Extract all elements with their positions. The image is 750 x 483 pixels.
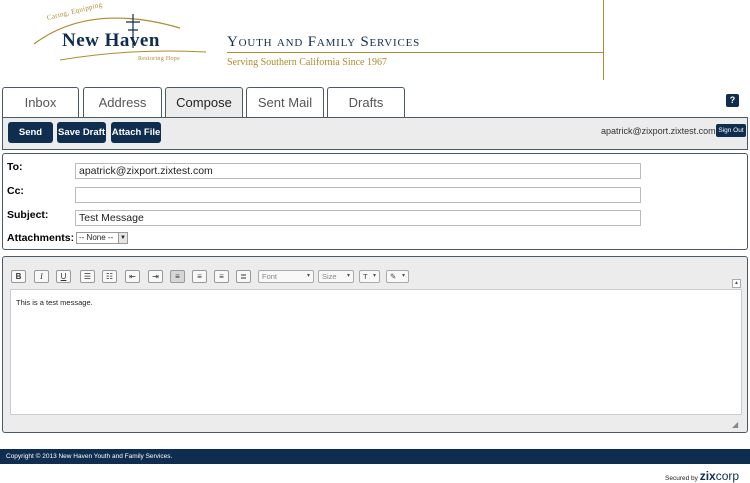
zix-brand-text: zix: [699, 469, 716, 483]
align-center-icon[interactable]: ≡: [192, 270, 207, 283]
indent-icon[interactable]: ⇥: [148, 270, 163, 283]
org-tagline: Serving Southern California Since 1967: [227, 57, 387, 68]
zixcorp-logo: zixcorp: [700, 469, 739, 483]
tab-compose[interactable]: Compose: [165, 87, 243, 119]
message-body-text: This is a test message.: [16, 298, 93, 307]
message-body-editor[interactable]: This is a test message.: [10, 289, 742, 415]
sign-out-button[interactable]: Sign Out: [716, 124, 746, 137]
new-haven-logo: Caring, Equipping New Haven Restoring Ho…: [30, 0, 210, 68]
ordered-list-icon[interactable]: ☰: [80, 270, 95, 283]
resize-handle-icon[interactable]: ◢: [732, 420, 741, 429]
align-left-icon[interactable]: ≡: [170, 270, 185, 283]
align-right-icon[interactable]: ≡: [214, 270, 229, 283]
tab-drafts[interactable]: Drafts: [327, 87, 405, 118]
size-dropdown[interactable]: Size ▾: [318, 270, 354, 283]
chevron-down-icon: ▾: [346, 273, 350, 279]
user-email: apatrick@zixport.zixtest.com: [601, 126, 716, 136]
chevron-down-icon: ▾: [401, 273, 405, 279]
corp-brand-text: corp: [715, 469, 740, 483]
send-button[interactable]: Send: [8, 122, 53, 143]
logo-bottom-text: Restoring Hope: [138, 56, 181, 62]
copyright-text: Copyright © 2013 New Haven Youth and Fam…: [6, 453, 173, 460]
highlight-icon: ✎: [390, 272, 397, 281]
subject-label: Subject:: [7, 209, 49, 221]
font-dropdown-label: Font: [262, 272, 278, 281]
secured-by-badge: Secured by zixcorp: [665, 469, 739, 483]
unordered-list-icon[interactable]: ☷: [102, 270, 117, 283]
chevron-down-icon: ▼: [118, 233, 127, 243]
attachments-label: Attachments:: [7, 232, 75, 244]
header-divider: [227, 52, 604, 53]
chevron-down-icon: ▾: [306, 273, 310, 279]
page-footer: Copyright © 2013 New Haven Youth and Fam…: [0, 449, 750, 464]
tab-sent-mail[interactable]: Sent Mail: [246, 87, 324, 118]
tab-inbox[interactable]: Inbox: [2, 87, 79, 118]
outdent-icon[interactable]: ⇤: [125, 270, 140, 283]
align-justify-icon[interactable]: ≣: [236, 270, 251, 283]
text-color-icon: T: [363, 272, 368, 281]
subject-field[interactable]: [75, 210, 641, 226]
italic-button[interactable]: I: [34, 270, 49, 283]
org-title: Youth and Family Services: [227, 34, 421, 50]
header-vertical-divider: [603, 0, 604, 80]
logo-name: New Haven: [62, 30, 160, 51]
compose-toolbar: Send Save Draft Attach File apatrick@zix…: [2, 117, 748, 150]
bold-button[interactable]: B: [11, 270, 26, 283]
font-dropdown[interactable]: Font ▾: [258, 270, 314, 283]
save-draft-button[interactable]: Save Draft: [57, 122, 106, 143]
cc-field[interactable]: [75, 187, 641, 203]
attach-file-button[interactable]: Attach File: [111, 122, 161, 143]
attachments-selected-value: -- None --: [79, 233, 114, 242]
to-field[interactable]: [75, 163, 641, 179]
secured-by-text: Secured by: [665, 475, 698, 482]
tab-address[interactable]: Address: [83, 87, 162, 118]
highlight-color-button[interactable]: ✎ ▾: [386, 270, 409, 283]
message-editor-panel: B I U ☰ ☷ ⇤ ⇥ ≡ ≡ ≡ ≣ Font ▾ Size ▾ T ▾ …: [2, 256, 748, 433]
chevron-down-icon: ▾: [372, 273, 376, 279]
text-color-button[interactable]: T ▾: [359, 270, 380, 283]
collapse-toolbar-icon[interactable]: ▲: [732, 279, 741, 288]
size-dropdown-label: Size: [322, 272, 337, 281]
help-button[interactable]: ?: [726, 94, 739, 107]
to-label: To:: [7, 161, 23, 173]
attachments-select[interactable]: -- None -- ▼: [76, 232, 128, 244]
cc-label: Cc:: [7, 185, 24, 197]
page-header: Caring, Equipping New Haven Restoring Ho…: [0, 0, 750, 82]
address-panel: To: Cc: Subject: Attachments: -- None --…: [2, 153, 748, 250]
underline-button[interactable]: U: [56, 270, 71, 283]
